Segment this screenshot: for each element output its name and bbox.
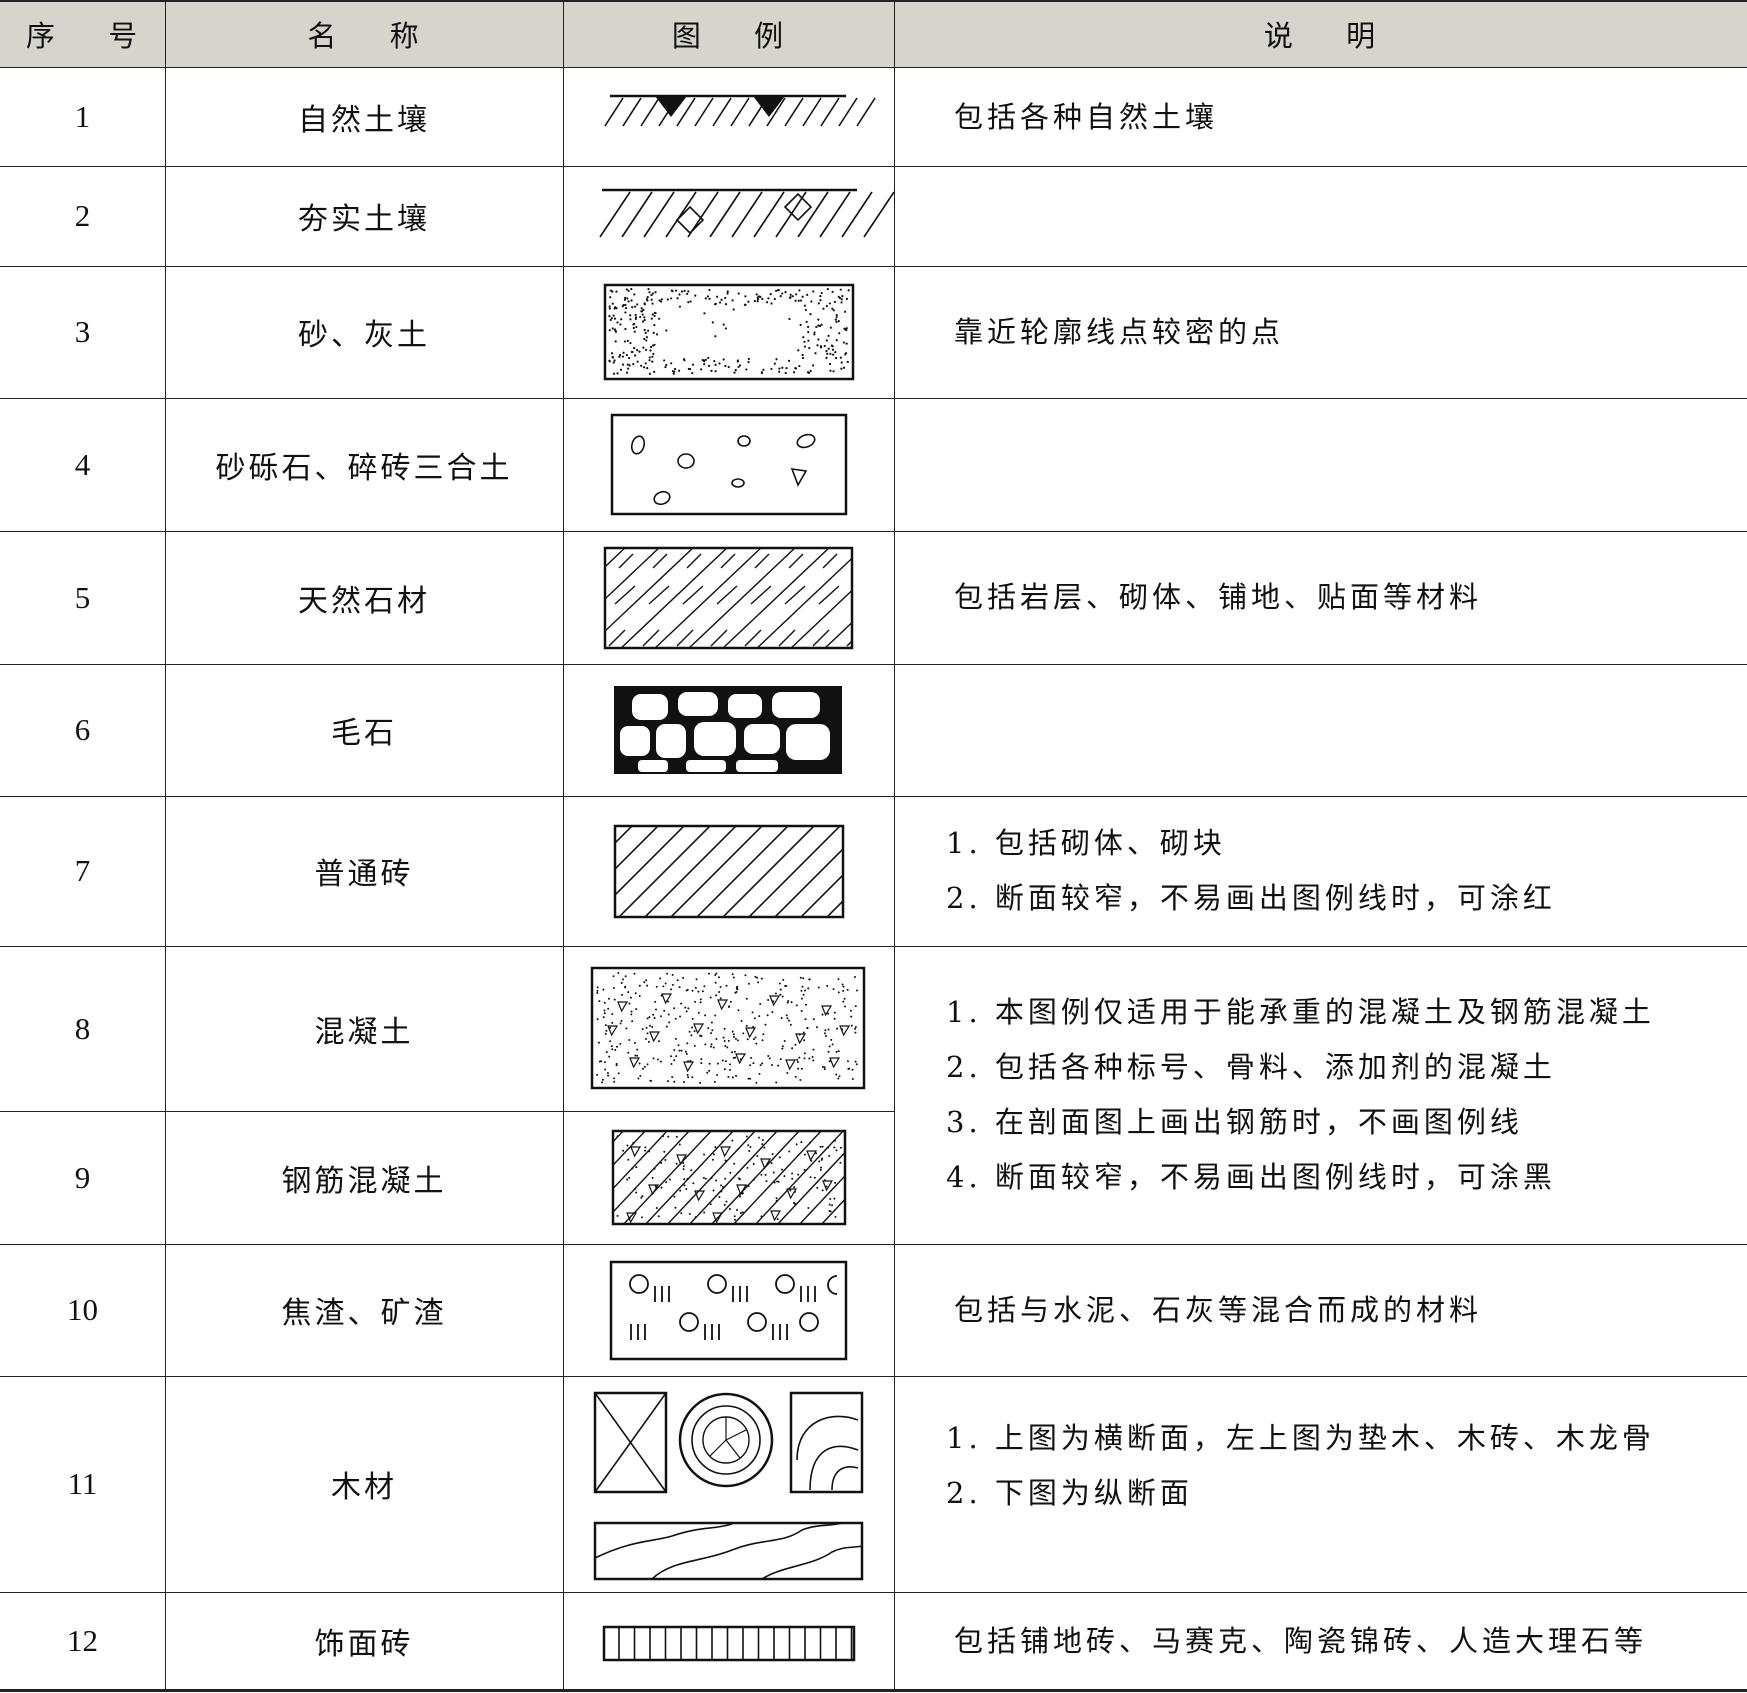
- slag-pattern-icon: [609, 1260, 848, 1361]
- natural-stone-hatch-icon: [603, 546, 854, 650]
- description: 包括岩层、砌体、铺地、贴面等材料: [954, 531, 1734, 664]
- description: 包括与水泥、石灰等混合而成的材料: [954, 1244, 1734, 1376]
- brick-hatch-icon: [613, 824, 845, 919]
- material-name: 砂、灰土: [298, 318, 430, 353]
- column-divider: [563, 0, 564, 1690]
- row-number: 5: [74, 579, 91, 615]
- material-name: 自然土壤: [298, 103, 430, 138]
- row-number: 10: [67, 1292, 98, 1327]
- concrete-pattern-icon: [590, 966, 866, 1090]
- sand-dots-pattern-icon: [603, 283, 855, 381]
- material-name: 饰面砖: [314, 1627, 414, 1662]
- description: 靠近轮廓线点较密的点: [954, 266, 1734, 398]
- timber-sections-icon: [593, 1391, 864, 1581]
- header-legend: 图 例: [671, 19, 786, 53]
- description-line: 1. 包括砌体、砌块: [946, 826, 1226, 860]
- description-line: 4. 断面较窄，不易画出图例线时，可涂黑: [946, 1160, 1556, 1194]
- rubble-stone-pattern-icon: [614, 686, 842, 774]
- row-number: 4: [74, 446, 91, 482]
- description-line: 包括岩层、砌体、铺地、贴面等材料: [954, 580, 1483, 614]
- material-name: 木材: [331, 1470, 397, 1505]
- row-number: 2: [74, 198, 91, 233]
- header-desc: 说 明: [1263, 19, 1378, 53]
- column-divider: [894, 0, 895, 1690]
- description-line: 1. 本图例仅适用于能承重的混凝土及钢筋混凝土: [946, 995, 1655, 1029]
- material-name: 夯实土壤: [298, 202, 430, 237]
- gravel-pattern-icon: [610, 413, 848, 516]
- reinforced-concrete-pattern-icon: [611, 1129, 847, 1226]
- row-number: 8: [74, 1010, 91, 1046]
- description-line: 包括铺地砖、马赛克、陶瓷锦砖、人造大理石等: [954, 1623, 1648, 1658]
- header-name: 名 称: [307, 19, 421, 53]
- natural-soil-hatch-icon: [604, 94, 876, 127]
- description: 包括各种自然土壤: [954, 68, 1734, 166]
- description: 包括铺地砖、马赛克、陶瓷锦砖、人造大理石等: [954, 1592, 1744, 1690]
- material-name: 砂砾石、碎砖三合土: [215, 450, 513, 486]
- concrete-description: 1. 本图例仅适用于能承重的混凝土及钢筋混凝土 2. 包括各种标号、骨料、添加剂…: [946, 946, 1741, 1244]
- row-number: 11: [67, 1466, 98, 1501]
- description-line: 包括各种自然土壤: [954, 99, 1219, 134]
- row-number: 9: [74, 1159, 91, 1195]
- description-line: 1. 上图为横断面，左上图为垫木、木砖、木龙骨: [946, 1421, 1655, 1455]
- row-number: 1: [74, 99, 91, 134]
- material-name: 天然石材: [298, 583, 430, 619]
- row-number: 12: [67, 1623, 98, 1658]
- description-line: 包括与水泥、石灰等混合而成的材料: [954, 1292, 1483, 1327]
- materials-legend-table: 序 号 名 称 图 例 说 明 1 自然土壤 包括各种自然土壤 2 夯实土壤 3…: [0, 0, 1747, 1693]
- header-no: 序 号: [25, 19, 140, 53]
- row-number: 7: [74, 853, 91, 888]
- material-name: 钢筋混凝土: [281, 1163, 447, 1199]
- description-line: 3. 在剖面图上画出钢筋时，不画图例线: [946, 1105, 1523, 1139]
- description-line: 靠近轮廓线点较密的点: [954, 314, 1285, 349]
- facing-tile-pattern-icon: [602, 1625, 856, 1662]
- row-number: 6: [74, 712, 91, 747]
- material-name: 混凝土: [314, 1014, 414, 1050]
- material-name: 普通砖: [314, 857, 414, 892]
- description-line: 2. 包括各种标号、骨料、添加剂的混凝土: [946, 1050, 1556, 1084]
- description-line: 2. 下图为纵断面: [946, 1476, 1193, 1510]
- description: 1. 上图为横断面，左上图为垫木、木砖、木龙骨 2. 下图为纵断面: [946, 1376, 1741, 1556]
- description-line: 2. 断面较窄，不易画出图例线时，可涂红: [946, 881, 1556, 915]
- compacted-soil-hatch-icon: [599, 188, 895, 238]
- description: 1. 包括砌体、砌块 2. 断面较窄，不易画出图例线时，可涂红: [946, 796, 1736, 946]
- material-name: 毛石: [331, 716, 397, 751]
- row-number: 3: [74, 314, 91, 349]
- material-name: 焦渣、矿渣: [281, 1296, 447, 1331]
